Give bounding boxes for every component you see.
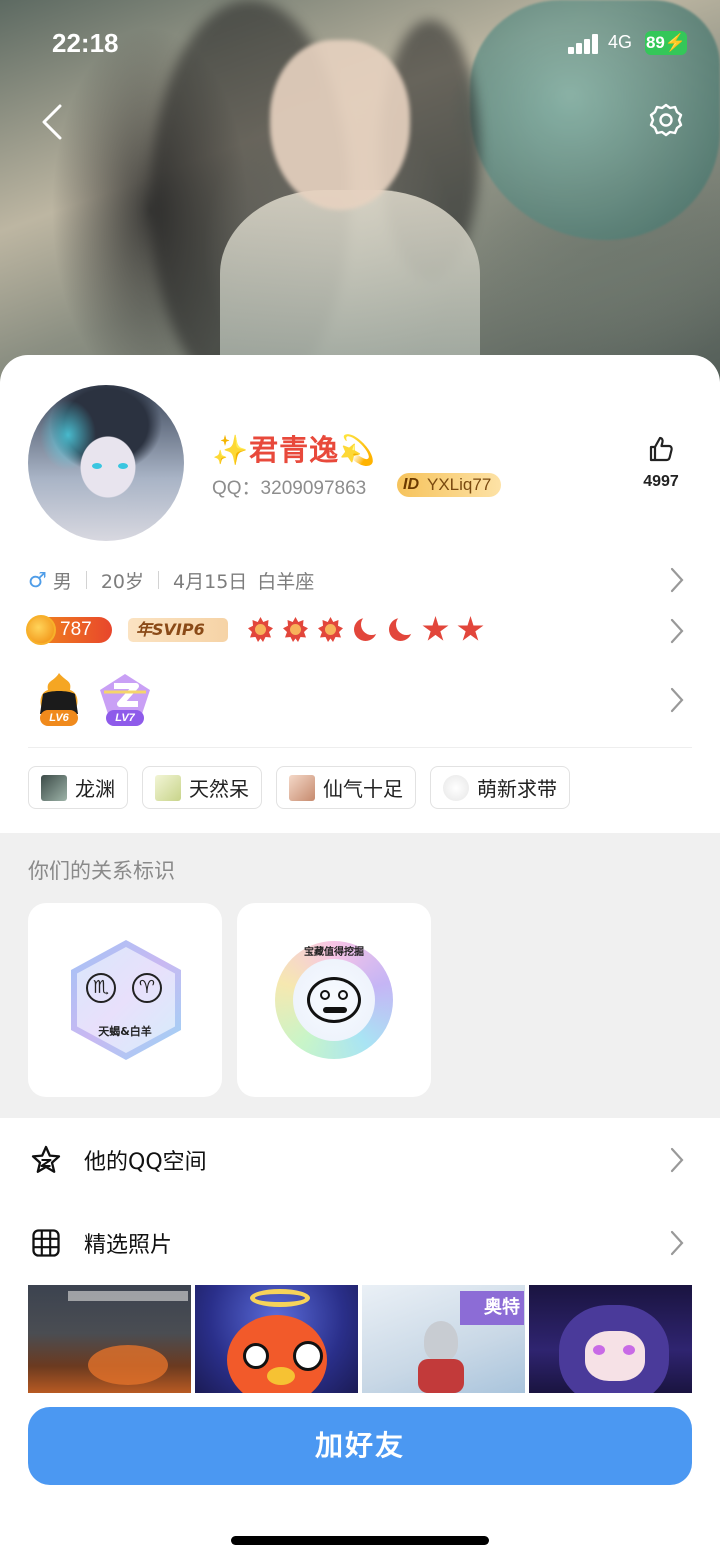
moon-icon xyxy=(386,614,417,644)
tag-item[interactable]: 仙气十足 xyxy=(276,766,416,809)
add-friend-button[interactable]: 加好友 xyxy=(28,1407,692,1485)
photos-label: 精选照片 xyxy=(84,1233,173,1258)
aries-icon: ♈ xyxy=(132,973,162,1003)
star-icon xyxy=(421,615,450,644)
back-icon xyxy=(42,104,62,140)
basic-info-row[interactable]: ♂ 男 20岁 4月15日 白羊座 xyxy=(28,565,692,595)
divider xyxy=(85,571,87,589)
qzone-label: 他的QQ空间 xyxy=(84,1150,207,1175)
male-icon: ♂ xyxy=(28,568,47,592)
medal-label: LV6 xyxy=(40,710,78,726)
star-outline-icon xyxy=(31,1145,61,1173)
status-bar: 22:18 4G 89⚡ xyxy=(0,28,720,62)
tag-item[interactable]: 萌新求带 xyxy=(430,766,570,809)
photo-thumbnail[interactable] xyxy=(195,1285,358,1393)
vip-level-row[interactable]: 787 年SVIP6 xyxy=(26,614,692,647)
qq-level-icons xyxy=(246,614,485,644)
chevron-right-icon xyxy=(670,1230,684,1256)
qzone-entry[interactable]: 他的QQ空间 xyxy=(0,1125,720,1195)
treasure-label: 宝藏值得挖掘 xyxy=(304,947,364,958)
battery-icon: 89⚡ xyxy=(645,31,687,55)
sun-icon xyxy=(316,615,345,644)
profile-card: ✨君青逸💫 QQ：3209097863 ID YXLiq77 4997 ♂ 男 … xyxy=(0,355,720,1558)
divider xyxy=(28,747,692,748)
featured-photos: 奥特 xyxy=(28,1285,692,1393)
divider xyxy=(158,571,160,589)
home-indicator[interactable] xyxy=(231,1536,489,1545)
coin-badge: 787 xyxy=(26,615,112,645)
moon-icon xyxy=(351,614,382,644)
grid-icon xyxy=(32,1229,60,1257)
chevron-right-icon xyxy=(670,1147,684,1173)
tag-item[interactable]: 龙渊 xyxy=(28,766,128,809)
tag-thumbnail xyxy=(155,774,181,801)
sun-icon xyxy=(281,615,310,644)
cover-face-art xyxy=(270,40,410,210)
thumbs-up-icon xyxy=(649,436,673,462)
gender: 男 xyxy=(52,570,72,593)
photos-entry[interactable]: 精选照片 xyxy=(0,1208,720,1278)
qid-value: YXLiq77 xyxy=(427,475,492,494)
smiley-icon xyxy=(307,977,361,1023)
sun-icon xyxy=(246,615,275,644)
settings-button[interactable] xyxy=(646,100,686,140)
chevron-right-icon xyxy=(670,687,684,713)
personal-tags: 龙渊 天然呆 仙气十足 萌新求带 xyxy=(28,766,570,810)
star-icon xyxy=(456,615,485,644)
signal-icon xyxy=(568,34,602,54)
photo-overlay-text: 奥特 xyxy=(460,1291,524,1325)
relationship-title: 你们的关系标识 xyxy=(28,859,175,883)
constellation: 白羊座 xyxy=(257,570,315,593)
medal-label: LV7 xyxy=(106,710,144,726)
scorpio-icon: ♏ xyxy=(86,973,116,1003)
chevron-right-icon xyxy=(670,567,684,593)
network-type: 4G xyxy=(608,32,633,52)
status-time: 22:18 xyxy=(52,28,119,58)
chevron-right-icon xyxy=(670,618,684,644)
qid-badge[interactable]: ID YXLiq77 xyxy=(397,473,502,497)
like-button[interactable] xyxy=(636,435,686,467)
zodiac-pair-label: 天蝎&白羊 xyxy=(98,1025,152,1038)
photo-thumbnail[interactable] xyxy=(28,1285,191,1393)
qq-number[interactable]: QQ：3209097863 xyxy=(212,473,366,500)
coin-icon xyxy=(26,615,56,645)
battery-level: 89 xyxy=(645,33,665,52)
back-button[interactable] xyxy=(36,102,70,142)
tag-label: 天然呆 xyxy=(189,777,249,801)
photo-thumbnail[interactable]: 奥特 xyxy=(362,1285,525,1393)
nickname: ✨君青逸💫 xyxy=(212,433,377,467)
tag-label: 萌新求带 xyxy=(477,777,557,801)
gear-icon xyxy=(649,103,683,137)
tag-thumbnail xyxy=(289,774,315,801)
medal-lv6: LV6 xyxy=(28,670,90,726)
tag-item[interactable]: 天然呆 xyxy=(142,766,262,809)
tag-label: 龙渊 xyxy=(75,777,115,801)
zodiac-relation-card[interactable]: ♏ ♈ 天蝎&白羊 xyxy=(28,903,222,1097)
medal-lv7: LV7 xyxy=(94,670,156,726)
birthday: 4月15日 xyxy=(173,570,248,593)
age: 20岁 xyxy=(100,570,145,593)
tag-thumbnail xyxy=(443,774,469,801)
photo-thumbnail[interactable] xyxy=(529,1285,692,1393)
relationship-section: 你们的关系标识 ♏ ♈ 天蝎&白羊 宝藏值得挖掘 xyxy=(0,833,720,1118)
treasure-relation-card[interactable]: 宝藏值得挖掘 xyxy=(237,903,431,1097)
tag-thumbnail xyxy=(41,774,67,801)
coin-count: 787 xyxy=(60,619,92,640)
avatar[interactable] xyxy=(28,385,184,541)
svip-badge: 年SVIP6 xyxy=(128,618,228,642)
tag-label: 仙气十足 xyxy=(323,777,403,801)
id-mark: ID xyxy=(403,476,419,493)
medal-row[interactable]: LV6 LV7 xyxy=(28,670,692,730)
like-count: 4997 xyxy=(643,473,679,490)
